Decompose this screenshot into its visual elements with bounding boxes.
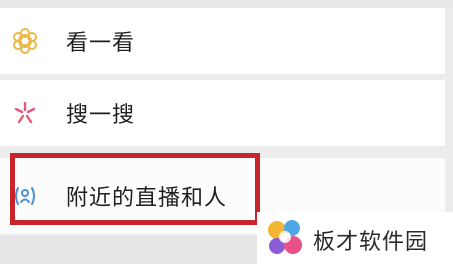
look-star-icon xyxy=(12,28,38,54)
menu-item-search[interactable]: 搜一搜 xyxy=(0,80,445,146)
colorful-bubbles-logo-icon xyxy=(263,216,307,260)
top-divider xyxy=(0,0,453,8)
watermark-text: 板才软件园 xyxy=(313,230,429,255)
discover-page: 看一看 搜一搜 附近的直播和人 板才软件园 xyxy=(0,0,453,264)
bottom-divider xyxy=(0,236,270,264)
menu-item-label: 附近的直播和人 xyxy=(66,186,228,211)
search-spark-icon xyxy=(12,100,38,126)
menu-item-label: 搜一搜 xyxy=(66,103,136,128)
nearby-people-icon xyxy=(12,183,38,209)
menu-item-look[interactable]: 看一看 xyxy=(0,8,445,74)
watermark: 板才软件园 xyxy=(257,212,453,264)
menu-item-label: 看一看 xyxy=(66,31,136,56)
